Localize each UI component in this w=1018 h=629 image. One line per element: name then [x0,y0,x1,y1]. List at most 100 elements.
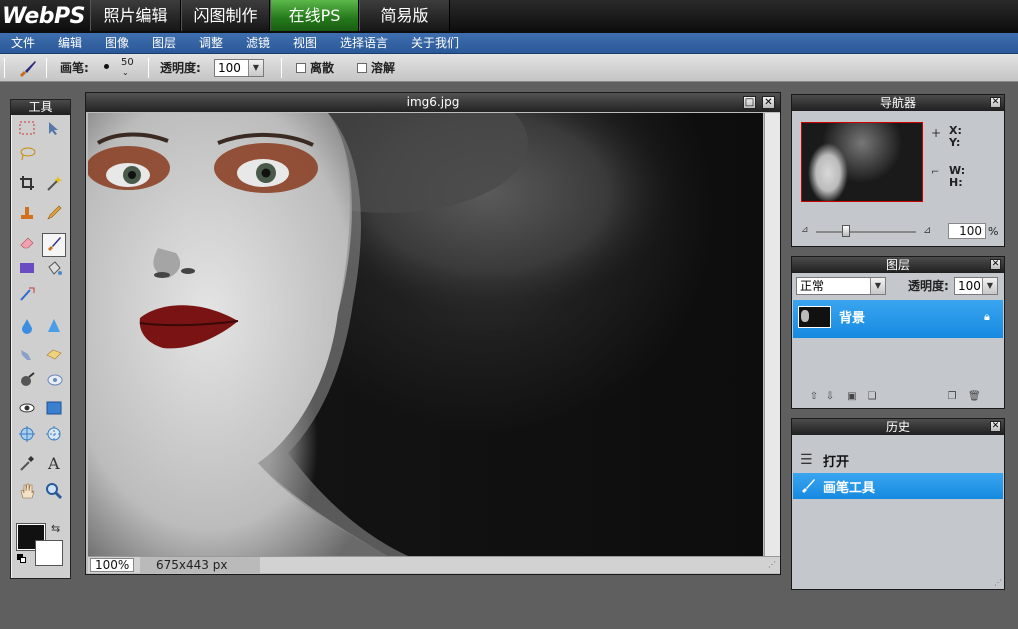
layer-name: 背景 [839,311,866,326]
tab-online-ps[interactable]: 在线PS [270,0,359,31]
menu-view[interactable]: 视图 [293,33,317,54]
menu-file[interactable]: 文件 [11,33,35,54]
layer-mask-icon[interactable]: ▣ [846,391,858,403]
stamp-icon[interactable] [15,204,39,228]
menu-filter[interactable]: 滤镜 [246,33,270,54]
crop-icon[interactable] [15,174,39,198]
zoom-slider-handle[interactable] [842,225,850,237]
chevron-down-icon: ▼ [248,60,263,76]
zoom-in-icon[interactable]: ⊿ [923,225,931,236]
menu-image[interactable]: 图像 [105,33,129,54]
navigator-zoom-input[interactable]: 100 [948,223,986,239]
paint-bucket-icon[interactable] [42,259,66,283]
chevron-down-icon: ▼ [982,278,997,294]
move-icon[interactable] [42,119,66,143]
tab-simple-version[interactable]: 简易版 [359,0,450,31]
h-label: H: [949,176,963,189]
image-canvas[interactable] [88,113,763,556]
opacity-label: 透明度: [160,61,201,75]
history-item-label: 打开 [823,455,850,470]
burn-icon[interactable] [15,371,39,395]
text-icon[interactable]: A [42,454,66,478]
history-item-open[interactable]: ☰ 打开 [793,447,1003,473]
sharpen-icon[interactable] [42,317,66,341]
maximize-icon[interactable]: □ [743,96,756,109]
navigator-thumbnail[interactable] [801,122,923,202]
brush-picker[interactable]: 50 ⌄ [100,57,134,77]
app-logo: WebPS [2,4,86,29]
close-icon[interactable]: ✕ [990,421,1001,432]
move-layer-down-icon[interactable]: ⇩ [824,391,836,403]
pinch-icon[interactable] [42,425,66,449]
blend-mode-value: 正常 [800,279,825,293]
tab-photo-edit[interactable]: 照片编辑 [90,0,181,31]
menu-language[interactable]: 选择语言 [340,33,388,54]
zoom-input[interactable]: 100% [90,558,134,572]
rectangle-icon[interactable] [42,399,66,423]
horizontal-scrollbar[interactable]: 100% 675x443 px ⋰ [88,556,780,573]
vertical-scrollbar[interactable] [764,113,780,556]
new-layer-icon[interactable]: ❐ [946,391,958,403]
eraser-icon[interactable] [15,233,39,257]
zoom-icon[interactable] [42,482,66,506]
brush-label: 画笔: [60,61,89,75]
hand-icon[interactable] [15,482,39,506]
chevron-down-icon: ▼ [870,278,885,294]
zoom-out-icon[interactable]: ⊿ [801,225,809,235]
layer-opacity-value: 100 [958,279,981,293]
color-replace-icon[interactable] [15,285,39,309]
menu-layer[interactable]: 图层 [152,33,176,54]
smudge-icon[interactable] [15,345,39,369]
delete-layer-icon[interactable]: 🗑︎ [968,391,981,403]
rect-marquee-icon[interactable] [15,119,39,143]
layer-opacity-select[interactable]: 100 ▼ [954,277,998,295]
move-layer-up-icon[interactable]: ⇧ [808,391,820,403]
top-bar: WebPS 照片编辑 闪图制作 在线PS 简易版 [0,0,1018,33]
red-eye-icon[interactable] [15,399,39,423]
menu-about[interactable]: 关于我们 [411,33,459,54]
lasso-icon[interactable] [15,145,39,169]
menu-adjust[interactable]: 调整 [199,33,223,54]
close-icon[interactable]: ✕ [990,97,1001,108]
document-title: img6.jpg [86,93,780,112]
resize-grip-icon[interactable]: ⋰ [994,578,1002,587]
dissolve-checkbox[interactable] [357,63,367,73]
sponge-icon[interactable] [42,345,66,369]
zoom-unit: % [988,225,999,238]
current-tool-brush-icon[interactable] [17,58,39,78]
eyedropper-icon[interactable] [15,454,39,478]
scatter-checkbox[interactable] [296,63,306,73]
document-window: img6.jpg □ ✕ 100% 675x443 px ⋰ [85,92,781,575]
opacity-select[interactable]: 100 ▼ [214,59,264,77]
selection-size-icon: ⌐ [931,167,940,178]
magic-wand-icon[interactable] [42,174,66,198]
layer-style-icon[interactable]: ❏ [866,391,878,403]
history-title-text: 历史 [885,420,910,434]
zoom-slider-track[interactable] [816,231,916,233]
chevron-down-icon: ⌄ [122,68,129,77]
layers-title: 图层 ✕ [792,257,1004,273]
swap-colors-icon[interactable]: ⇆ [51,522,60,535]
layer-row[interactable]: 背景 🔒︎ [793,300,1003,338]
layers-panel: 图层 ✕ 正常 ▼ 透明度: 100 ▼ 背景 🔒︎ ⇧ ⇩ ▣ ❏ ❐ 🗑︎ [791,256,1005,409]
tab-gif-maker[interactable]: 闪图制作 [181,0,270,31]
brush-icon[interactable] [42,233,66,257]
dodge-icon[interactable] [42,371,66,395]
close-icon[interactable]: ✕ [762,96,775,109]
pencil-icon[interactable] [42,204,66,228]
default-colors-icon[interactable] [17,554,27,564]
history-item-brush[interactable]: 画笔工具 [793,473,1003,499]
image-size-label: 675x443 px [140,557,260,573]
bloat-icon[interactable] [15,425,39,449]
background-color-swatch[interactable] [35,540,63,566]
menu-edit[interactable]: 编辑 [58,33,82,54]
blur-icon[interactable] [15,317,39,341]
options-divider [281,58,282,78]
opacity-select-value: 100 [218,61,241,75]
blend-mode-select[interactable]: 正常 ▼ [796,277,886,295]
close-icon[interactable]: ✕ [990,259,1001,270]
rect-shape-icon[interactable] [15,259,39,283]
history-panel: 历史 ✕ ☰ 打开 画笔工具 ⋰ [791,418,1005,590]
resize-grip-icon[interactable]: ⋰ [768,560,778,570]
navigator-title-text: 导航器 [879,96,916,110]
